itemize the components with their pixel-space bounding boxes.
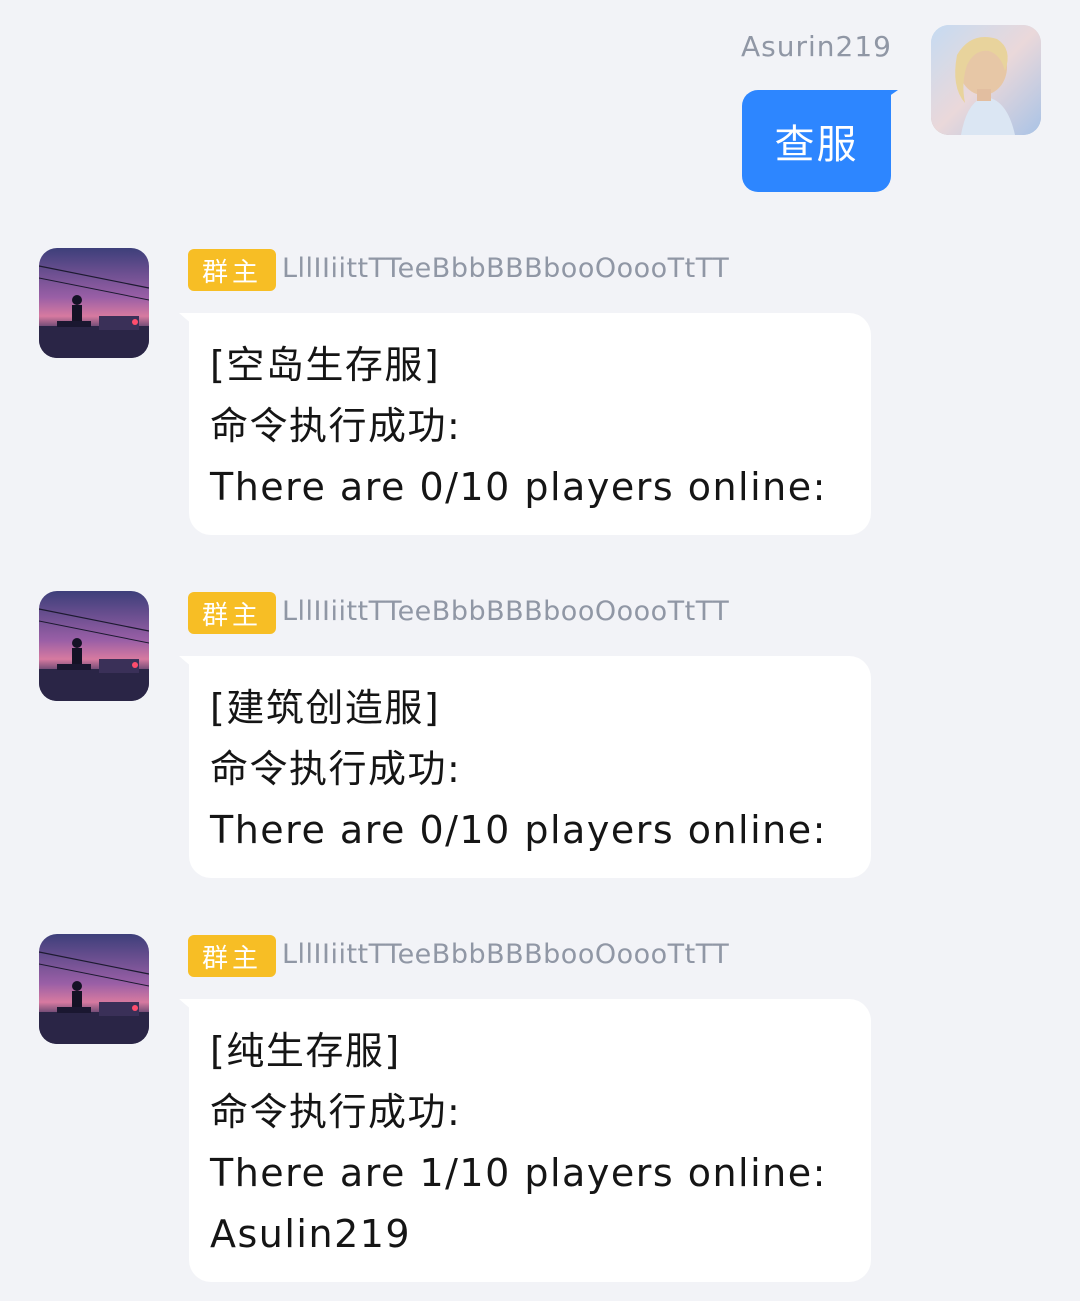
incoming-sender-avatar[interactable] [39, 248, 149, 358]
outgoing-user-avatar[interactable] [931, 25, 1041, 135]
message-line: Asulin219 [210, 1212, 412, 1256]
incoming-sender-name: LllIIiittTTeeBbbBBBbooOoooTtTT [282, 253, 730, 284]
message-line: [纯生存服] [210, 1029, 401, 1073]
incoming-sender-name: LllIIiittTTeeBbbBBBbooOoooTtTT [282, 596, 730, 627]
group-owner-badge: 群主 [188, 592, 276, 634]
incoming-sender-avatar[interactable] [39, 591, 149, 701]
group-owner-badge: 群主 [188, 935, 276, 977]
message-line: [建筑创造服] [210, 686, 441, 730]
incoming-sender-avatar[interactable] [39, 934, 149, 1044]
outgoing-message-bubble[interactable]: 查服 [742, 90, 891, 192]
group-owner-badge: 群主 [188, 249, 276, 291]
incoming-message-bubble[interactable]: [空岛生存服] 命令执行成功: There are 0/10 players o… [189, 313, 871, 535]
message-line: 命令执行成功: [210, 404, 462, 448]
message-line: 命令执行成功: [210, 1090, 462, 1134]
message-line: There are 0/10 players online: [210, 465, 827, 509]
incoming-message-bubble[interactable]: [建筑创造服] 命令执行成功: There are 0/10 players o… [189, 656, 871, 878]
message-line: 命令执行成功: [210, 747, 462, 791]
message-line: There are 1/10 players online: [210, 1151, 827, 1195]
message-line: [空岛生存服] [210, 343, 441, 387]
incoming-sender-name: LllIIiittTTeeBbbBBBbooOoooTtTT [282, 939, 730, 970]
outgoing-message-text: 查服 [774, 122, 859, 168]
message-line: There are 0/10 players online: [210, 808, 827, 852]
outgoing-sender-name: Asurin219 [741, 30, 892, 63]
incoming-message-bubble[interactable]: [纯生存服] 命令执行成功: There are 1/10 players on… [189, 999, 871, 1282]
